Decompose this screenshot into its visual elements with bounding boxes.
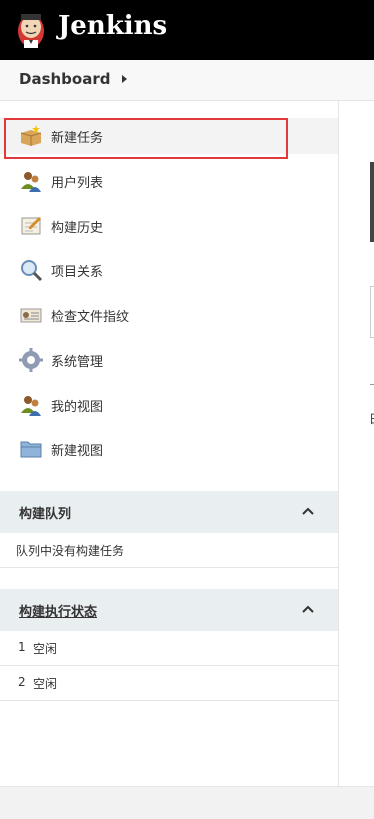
task-build-history[interactable]: 构建历史	[0, 208, 338, 244]
task-fingerprint[interactable]: 检查文件指纹	[0, 297, 338, 333]
task-label: 我的视图	[51, 399, 104, 415]
executors-header: 构建执行状态	[0, 589, 338, 631]
side-panel: 新建任务 用户列表 构建历史 项目关系 检查文件指纹 系统管理 我的视图 新建视…	[0, 101, 339, 786]
executor-status: 空闲	[33, 642, 58, 656]
app-title[interactable]: Jenkins	[58, 11, 167, 41]
main-panel-box-edge	[370, 286, 374, 338]
executor-row: 1 空闲	[0, 631, 338, 666]
task-my-views[interactable]: 我的视图	[0, 387, 338, 423]
task-project-relationship[interactable]: 项目关系	[0, 252, 338, 288]
top-header: Jenkins	[0, 0, 374, 60]
task-people[interactable]: 用户列表	[0, 163, 338, 199]
main-panel-edge	[370, 162, 374, 242]
users-icon	[21, 172, 41, 192]
task-label: 项目关系	[51, 264, 104, 280]
jenkins-logo-icon[interactable]	[16, 11, 46, 49]
gear-icon	[19, 348, 43, 372]
executor-number: 2	[18, 675, 26, 689]
magnifier-icon	[21, 260, 43, 282]
main-panel-divider	[370, 384, 374, 385]
breadcrumb-dashboard-link[interactable]: Dashboard	[19, 70, 110, 88]
build-history-icon	[21, 217, 41, 235]
task-label: 系统管理	[51, 354, 104, 370]
task-manage-jenkins[interactable]: 系统管理	[0, 342, 338, 378]
executor-status: 空闲	[33, 677, 58, 691]
breadcrumb-chevron-right-icon[interactable]	[122, 75, 127, 83]
task-label: 新建视图	[51, 443, 104, 459]
task-new-view[interactable]: 新建视图	[0, 431, 338, 467]
build-queue-empty-row: 队列中没有构建任务	[0, 533, 338, 568]
task-label: 用户列表	[51, 175, 104, 191]
highlight-outline	[4, 118, 288, 159]
executors-title-link[interactable]: 构建执行状态	[19, 601, 97, 620]
breadcrumb: Dashboard	[0, 60, 374, 101]
folder-icon	[20, 441, 42, 458]
build-queue-header: 构建队列	[0, 491, 338, 533]
task-label: 检查文件指纹	[51, 309, 130, 325]
chevron-up-icon[interactable]	[302, 604, 314, 614]
task-label: 构建历史	[51, 220, 104, 236]
main-panel-text-fragment: 日	[369, 410, 374, 427]
executor-number: 1	[18, 640, 26, 654]
build-queue-title: 构建队列	[19, 507, 72, 522]
fingerprint-icon	[20, 308, 42, 323]
chevron-up-icon[interactable]	[302, 506, 314, 516]
page-footer	[0, 786, 374, 819]
executor-row: 2 空闲	[0, 666, 338, 701]
build-queue-empty-text: 队列中没有构建任务	[16, 544, 125, 558]
users-icon	[21, 396, 41, 416]
